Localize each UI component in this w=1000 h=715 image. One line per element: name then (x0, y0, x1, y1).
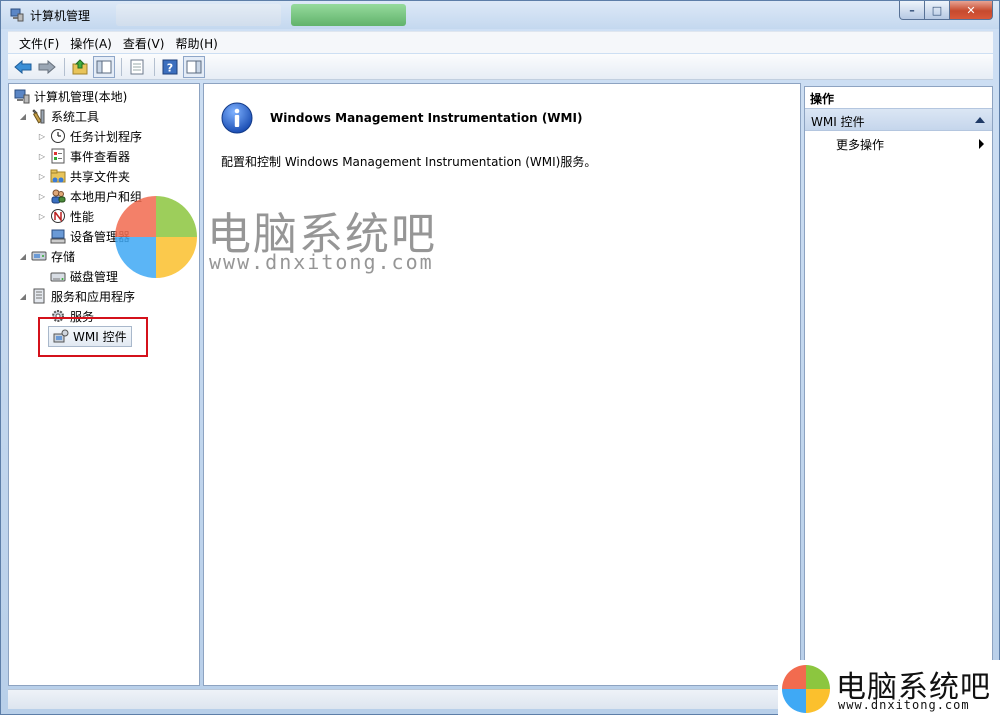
tree-item-label: 本地用户和组 (70, 189, 143, 204)
collapsed-arrow-icon[interactable]: ▷ (36, 130, 48, 142)
forward-button[interactable] (36, 56, 58, 78)
menu-bar: 文件(F) 操作(A) 查看(V) 帮助(H) (8, 31, 993, 53)
export-list-button[interactable] (126, 56, 148, 78)
event-viewer-icon (50, 148, 66, 164)
tools-icon (31, 108, 47, 124)
menu-view[interactable]: 查看(V) (118, 32, 171, 53)
tree-item-root[interactable]: 计算机管理(本地) (12, 86, 127, 106)
expanded-arrow-icon[interactable]: ◢ (17, 110, 29, 122)
up-one-level-button[interactable] (69, 56, 91, 78)
collapsed-arrow-icon[interactable]: ▷ (36, 150, 48, 162)
tree-item-label: 事件查看器 (70, 149, 131, 164)
menu-help[interactable]: 帮助(H) (170, 32, 223, 53)
expanded-arrow-icon[interactable]: ◢ (17, 250, 29, 262)
help-button[interactable]: ? (159, 56, 181, 78)
maximize-button[interactable]: □ (925, 1, 950, 20)
tree-item-label: 磁盘管理 (70, 269, 119, 284)
disk-management-icon (50, 268, 66, 284)
tree-item-label: 系统工具 (51, 109, 100, 124)
performance-icon (50, 208, 66, 224)
corner-watermark: 电脑系统吧 www.dnxitong.com (778, 660, 1000, 715)
action-section-label: WMI 控件 (811, 115, 865, 129)
tree-item-label: 服务和应用程序 (51, 289, 136, 304)
show-hide-console-tree-button[interactable] (93, 55, 115, 78)
submenu-arrow-icon[interactable] (979, 139, 984, 149)
more-actions-item[interactable]: 更多操作 (836, 136, 884, 153)
tree-item-label: 性能 (70, 209, 95, 224)
computer-management-icon (10, 8, 24, 22)
svg-text:?: ? (167, 61, 173, 74)
tree-item-system-tools[interactable]: ◢ 系统工具 (17, 106, 99, 126)
wmi-description: 配置和控制 Windows Management Instrumentation… (221, 155, 597, 169)
clock-icon (50, 128, 66, 144)
tree-item-event-viewer[interactable]: ▷ 事件查看器 (36, 146, 130, 166)
tree-item-device-manager[interactable]: 设备管理器 (48, 226, 130, 246)
action-section-wmi-control[interactable]: WMI 控件 (805, 108, 992, 131)
back-button[interactable] (12, 56, 34, 78)
console-tree-pane[interactable]: 计算机管理(本地) ◢ 系统工具 ▷ 任务计划程序 ▷ 事件查看器 ▷ 共享文件… (8, 83, 200, 686)
menu-action[interactable]: 操作(A) (65, 32, 118, 53)
tree-item-shared-folders[interactable]: ▷ 共享文件夹 (36, 166, 130, 186)
toolbar: ? (8, 54, 993, 80)
window-title: 计算机管理 (30, 9, 91, 23)
watermark-logo (782, 665, 830, 713)
tree-item-label: 设备管理器 (70, 229, 131, 244)
result-pane: Windows Management Instrumentation (WMI)… (203, 83, 801, 686)
tree-item-storage[interactable]: ◢ 存储 (17, 246, 75, 266)
users-icon (50, 188, 66, 204)
tree-item-label: 任务计划程序 (70, 129, 143, 144)
back-arrow-icon (14, 59, 32, 74)
window-controls: – □ ✕ (899, 1, 993, 21)
storage-icon (31, 248, 47, 264)
tree-item-services-applications[interactable]: ◢ 服务和应用程序 (17, 286, 135, 306)
show-hide-action-pane-icon (186, 60, 202, 73)
close-button[interactable]: ✕ (950, 1, 993, 20)
title-bar[interactable]: 计算机管理 – □ ✕ (1, 1, 999, 29)
forward-arrow-icon (38, 59, 56, 74)
watermark-url: www.dnxitong.com (838, 698, 970, 712)
blurred-title-region (116, 4, 281, 26)
computer-management-icon (14, 88, 30, 104)
tree-item-label: 共享文件夹 (70, 169, 131, 184)
show-hide-action-pane-button[interactable] (183, 55, 205, 78)
show-hide-tree-icon (96, 60, 112, 73)
shared-folder-icon (50, 168, 66, 184)
export-list-icon (130, 59, 144, 74)
highlight-frame (38, 317, 148, 357)
collapse-triangle-icon[interactable] (975, 117, 985, 123)
up-folder-icon (72, 58, 88, 74)
minimize-button[interactable]: – (899, 1, 925, 20)
toolbar-separator (154, 57, 155, 76)
info-icon (221, 102, 253, 134)
collapsed-arrow-icon[interactable]: ▷ (36, 210, 48, 222)
collapsed-arrow-icon[interactable]: ▷ (36, 170, 48, 182)
computer-management-window: 计算机管理 – □ ✕ 文件(F) 操作(A) 查看(V) 帮助(H) ? 计算… (0, 0, 1000, 715)
device-manager-icon (50, 228, 66, 244)
expanded-arrow-icon[interactable]: ◢ (17, 290, 29, 302)
action-pane: 操作 WMI 控件 更多操作 (804, 86, 993, 686)
tree-item-task-scheduler[interactable]: ▷ 任务计划程序 (36, 126, 142, 146)
tree-item-local-users-groups[interactable]: ▷ 本地用户和组 (36, 186, 142, 206)
tree-item-label: 存储 (51, 249, 76, 264)
menu-file[interactable]: 文件(F) (8, 32, 65, 53)
tree-item-performance[interactable]: ▷ 性能 (36, 206, 94, 226)
services-applications-icon (31, 288, 47, 304)
collapsed-arrow-icon[interactable]: ▷ (36, 190, 48, 202)
help-icon: ? (162, 59, 178, 74)
blurred-green-region (291, 4, 406, 26)
toolbar-separator (121, 57, 122, 76)
toolbar-separator (64, 57, 65, 76)
wmi-title: Windows Management Instrumentation (WMI) (270, 111, 583, 125)
tree-item-label: 计算机管理(本地) (34, 89, 128, 104)
action-pane-header: 操作 (805, 87, 992, 108)
tree-item-disk-management[interactable]: 磁盘管理 (48, 266, 118, 286)
